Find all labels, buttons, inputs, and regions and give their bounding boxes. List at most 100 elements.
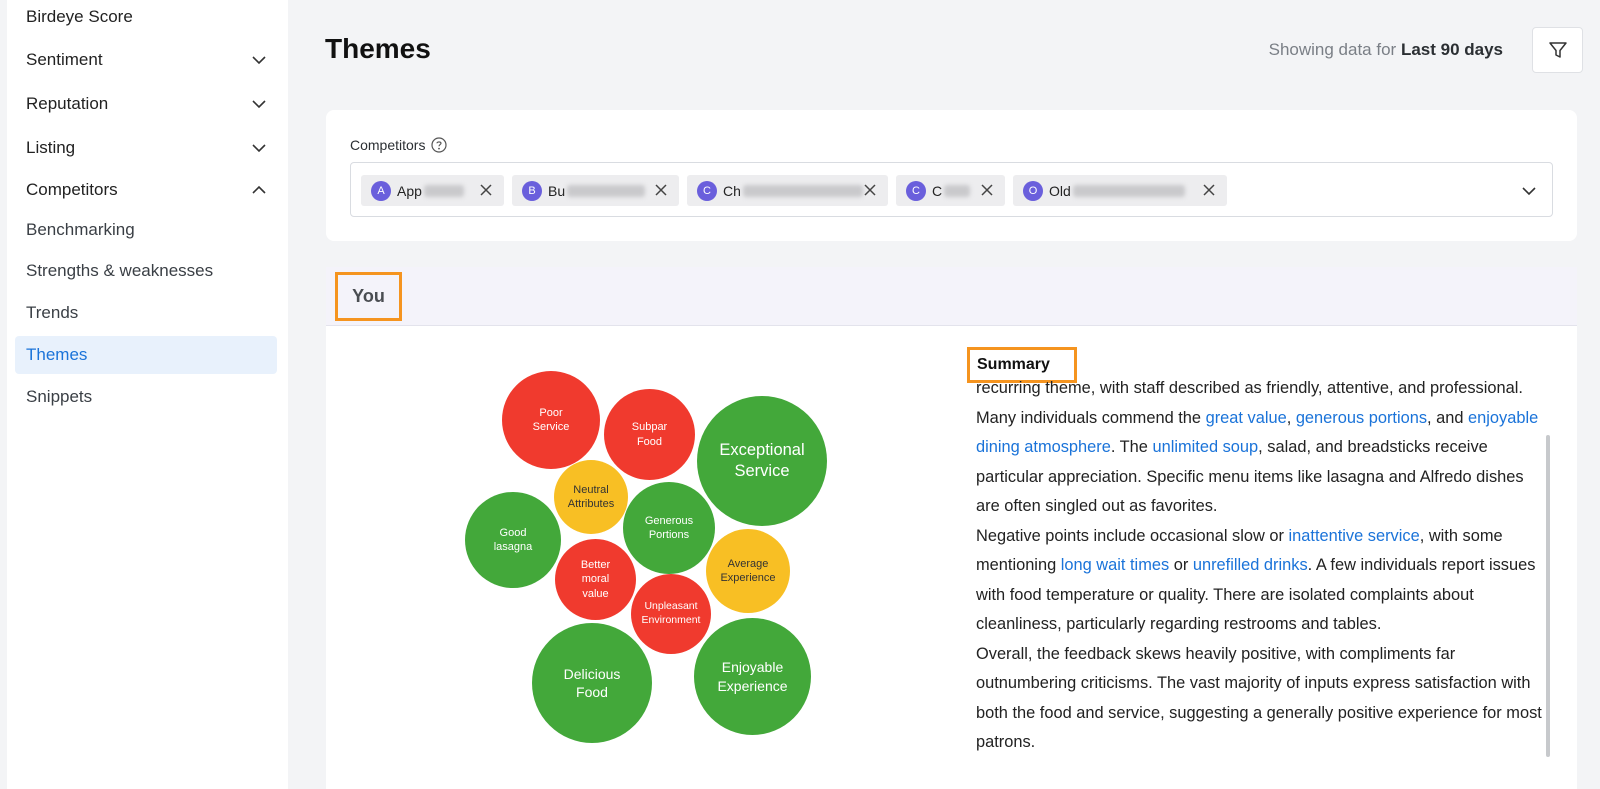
chip-label: C (932, 182, 943, 199)
theme-link[interactable]: unrefilled drinks (1193, 556, 1308, 574)
redacted-text (423, 184, 464, 197)
theme-bubble[interactable]: Enjoyable Experience (694, 618, 811, 735)
bubble-label: Good lasagna (493, 526, 533, 553)
redacted-text (944, 184, 971, 197)
avatar: O (1023, 180, 1043, 201)
chevron-down-icon (252, 56, 266, 65)
chip-label: App (397, 182, 422, 199)
you-section-header: You (326, 267, 1577, 326)
theme-bubble[interactable]: Delicious Food (532, 623, 652, 743)
summary-scrollbar[interactable] (1546, 435, 1550, 757)
avatar: B (522, 180, 542, 201)
sidebar-item-label: Trends (26, 303, 79, 322)
sidebar-item-label: Listing (26, 138, 76, 157)
competitors-label: Competitors (350, 137, 426, 153)
bubble-label: Delicious Food (563, 665, 621, 700)
competitors-label-row: Competitors (350, 137, 448, 153)
competitor-chip[interactable]: C Ch (687, 175, 888, 206)
sidebar-item-label: Strengths & weaknesses (26, 261, 214, 280)
summary-text: recurring theme, with staff described as… (976, 374, 1546, 758)
theme-bubble[interactable]: Average Experience (706, 529, 790, 613)
summary-paragraph: Negative points include occasional slow … (976, 522, 1546, 640)
chip-label: Old (1049, 182, 1071, 199)
bubble-label: Better moral value (580, 559, 611, 600)
theme-link[interactable]: generous portions (1296, 409, 1427, 427)
bubble-label: Subpar Food (631, 421, 668, 448)
bubble-label: Exceptional Service (719, 440, 805, 480)
competitors-card: Competitors A App B Bu C Ch C C O Old (326, 110, 1577, 241)
chevron-down-icon[interactable] (1520, 182, 1538, 200)
date-range-value: Last 90 days (1400, 40, 1503, 59)
competitor-chip[interactable]: A App (361, 175, 504, 206)
bubble-label: Neutral Attributes (567, 483, 615, 510)
theme-bubble[interactable]: Subpar Food (604, 389, 695, 480)
avatar: C (906, 180, 926, 201)
close-icon[interactable] (862, 182, 878, 198)
competitors-select[interactable]: A App B Bu C Ch C C O Old (350, 162, 1553, 217)
filter-icon (1548, 42, 1567, 58)
sidebar: Birdeye Score Sentiment Reputation Listi… (7, 0, 288, 789)
redacted-text (742, 184, 863, 197)
chip-label: Ch (723, 182, 741, 199)
sidebar-item-birdeye-score[interactable]: Birdeye Score (7, 4, 288, 30)
filter-button[interactable] (1532, 27, 1583, 73)
sidebar-item-trends[interactable]: Trends (15, 294, 277, 332)
summary-paragraph: Overall, the feedback skews heavily posi… (976, 640, 1546, 758)
avatar: C (697, 180, 717, 201)
close-icon[interactable] (1201, 182, 1217, 198)
avatar: A (371, 180, 391, 201)
theme-bubble[interactable]: Better moral value (555, 539, 636, 620)
bubble-label: Enjoyable Experience (717, 659, 788, 694)
theme-link[interactable]: unlimited soup (1152, 438, 1258, 456)
bubble-label: Unpleasant Environment (641, 600, 701, 626)
close-icon[interactable] (653, 182, 669, 198)
theme-link[interactable]: great value (1206, 409, 1287, 427)
competitor-chip[interactable]: B Bu (512, 175, 679, 206)
competitor-chip[interactable]: O Old (1013, 175, 1227, 206)
competitor-chip[interactable]: C C (896, 175, 1005, 206)
date-range-prefix: Showing data for (1268, 40, 1397, 59)
theme-link[interactable]: long wait times (1061, 556, 1169, 574)
summary-text-segment: Overall, the feedback skews heavily posi… (976, 644, 1542, 752)
sidebar-item-snippets[interactable]: Snippets (15, 378, 277, 416)
sidebar-item-label: Birdeye Score (26, 7, 133, 26)
redacted-text (1072, 184, 1185, 197)
bubble-label: Generous Portions (644, 514, 694, 541)
chip-label: Bu (548, 182, 566, 199)
theme-bubble[interactable]: Good lasagna (465, 492, 561, 588)
help-icon[interactable] (431, 137, 448, 153)
close-icon[interactable] (478, 182, 494, 198)
chevron-down-icon (252, 144, 266, 153)
summary-text-segment: Negative points include occasional slow … (976, 526, 1289, 545)
bubble-label: Average Experience (720, 557, 776, 584)
theme-bubble[interactable]: Poor Service (502, 371, 600, 469)
sidebar-item-benchmarking[interactable]: Benchmarking (15, 211, 277, 249)
summary-text-segment: , and (1427, 408, 1469, 427)
summary-text-segment: . The (1110, 438, 1153, 456)
chevron-up-icon (252, 185, 266, 194)
summary-text-segment: or (1169, 556, 1193, 574)
date-range-text: Showing data for Last 90 days (1269, 40, 1503, 60)
theme-bubble[interactable]: Generous Portions (623, 482, 715, 574)
sidebar-item-strengths-weaknesses[interactable]: Strengths & weaknesses (15, 252, 277, 290)
page-title: Themes (325, 33, 431, 64)
sidebar-item-label: Themes (26, 345, 88, 364)
chevron-down-icon (252, 100, 266, 109)
theme-bubble[interactable]: Neutral Attributes (554, 460, 628, 534)
sidebar-item-reputation[interactable]: Reputation (7, 91, 288, 117)
sidebar-item-competitors[interactable]: Competitors (7, 177, 288, 203)
theme-link[interactable]: inattentive service (1289, 527, 1420, 545)
redacted-text (567, 184, 646, 197)
bubble-label: Poor Service (532, 406, 570, 433)
sidebar-item-sentiment[interactable]: Sentiment (7, 47, 288, 73)
close-icon[interactable] (979, 182, 995, 198)
sidebar-item-themes[interactable]: Themes (15, 336, 277, 374)
theme-bubble[interactable]: Exceptional Service (697, 396, 827, 526)
sidebar-item-label: Snippets (26, 387, 93, 406)
summary-text-segment: , (1286, 408, 1296, 427)
summary-paragraph: recurring theme, with staff described as… (976, 374, 1546, 522)
sidebar-item-label: Competitors (26, 180, 118, 199)
theme-bubble[interactable]: Unpleasant Environment (631, 574, 711, 654)
sidebar-item-listing[interactable]: Listing (7, 135, 288, 161)
you-label: You (335, 272, 402, 321)
